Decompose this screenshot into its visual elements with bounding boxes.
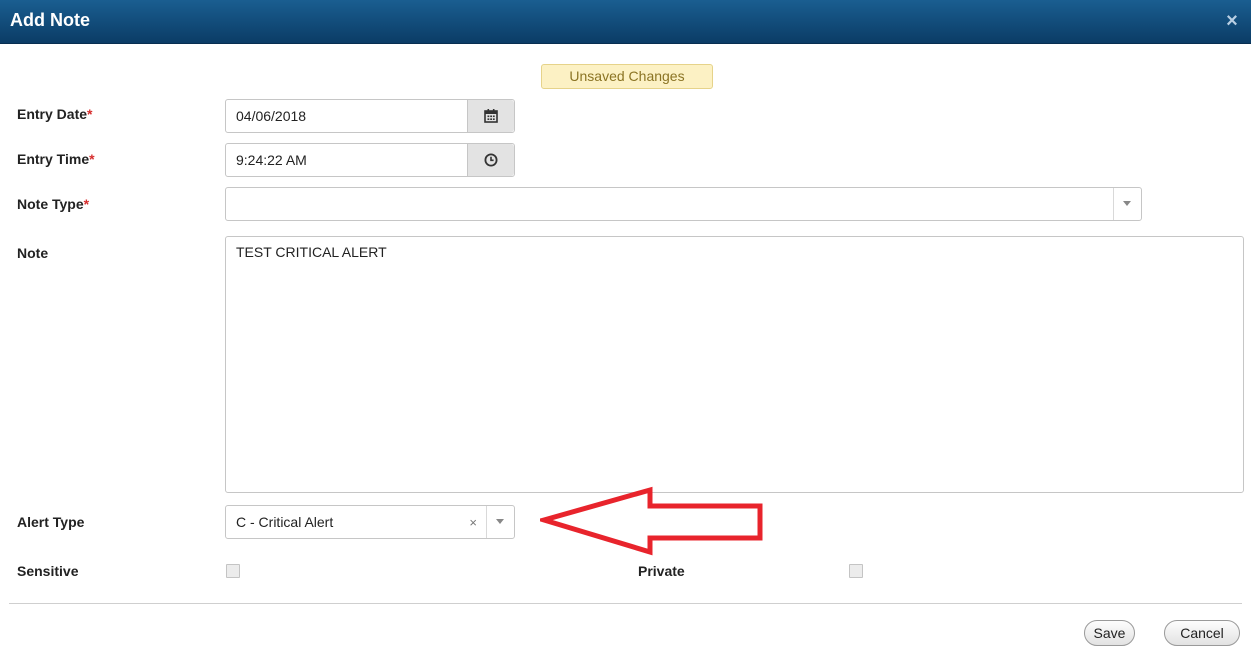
required-marker: * <box>83 196 90 212</box>
sensitive-label: Sensitive <box>17 563 79 579</box>
entry-date-label: Entry Date* <box>17 106 92 122</box>
alert-type-value: C - Critical Alert <box>236 514 334 530</box>
dialog-title-bar: Add Note × <box>0 0 1251 44</box>
unsaved-changes-badge: Unsaved Changes <box>541 64 713 89</box>
cancel-button[interactable]: Cancel <box>1164 620 1240 646</box>
dialog-title: Add Note <box>10 10 90 30</box>
calendar-icon <box>484 109 498 123</box>
time-picker-button[interactable] <box>467 144 514 176</box>
entry-time-label-text: Entry Time <box>17 151 90 167</box>
annotation-arrow-icon <box>540 486 763 556</box>
note-type-select[interactable] <box>225 187 1142 221</box>
private-label: Private <box>638 563 685 579</box>
note-type-label-text: Note Type <box>17 196 84 212</box>
alert-type-label: Alert Type <box>17 514 85 530</box>
note-text: TEST CRITICAL ALERT <box>236 244 387 260</box>
sensitive-checkbox[interactable] <box>226 564 240 578</box>
required-marker: * <box>87 106 93 122</box>
required-marker: * <box>89 151 95 167</box>
entry-time-label: Entry Time* <box>17 151 95 167</box>
date-picker-button[interactable] <box>467 100 514 132</box>
note-label: Note <box>17 245 49 261</box>
save-button[interactable]: Save <box>1084 620 1135 646</box>
close-icon[interactable]: × <box>1221 10 1243 32</box>
footer-divider <box>9 603 1242 604</box>
note-type-label: Note Type* <box>17 196 89 212</box>
entry-date-label-text: Entry Date <box>17 106 88 122</box>
entry-time-value: 9:24:22 AM <box>236 152 307 168</box>
note-textarea[interactable]: TEST CRITICAL ALERT <box>225 236 1244 493</box>
entry-time-field[interactable]: 9:24:22 AM <box>225 143 515 177</box>
clock-icon <box>484 153 498 167</box>
chevron-down-icon[interactable] <box>486 506 514 538</box>
chevron-down-icon[interactable] <box>1113 188 1141 220</box>
entry-date-value: 04/06/2018 <box>236 108 307 124</box>
clear-icon[interactable]: × <box>469 515 477 530</box>
private-checkbox[interactable] <box>849 564 863 578</box>
alert-type-select[interactable]: C - Critical Alert × <box>225 505 515 539</box>
entry-date-field[interactable]: 04/06/2018 <box>225 99 515 133</box>
